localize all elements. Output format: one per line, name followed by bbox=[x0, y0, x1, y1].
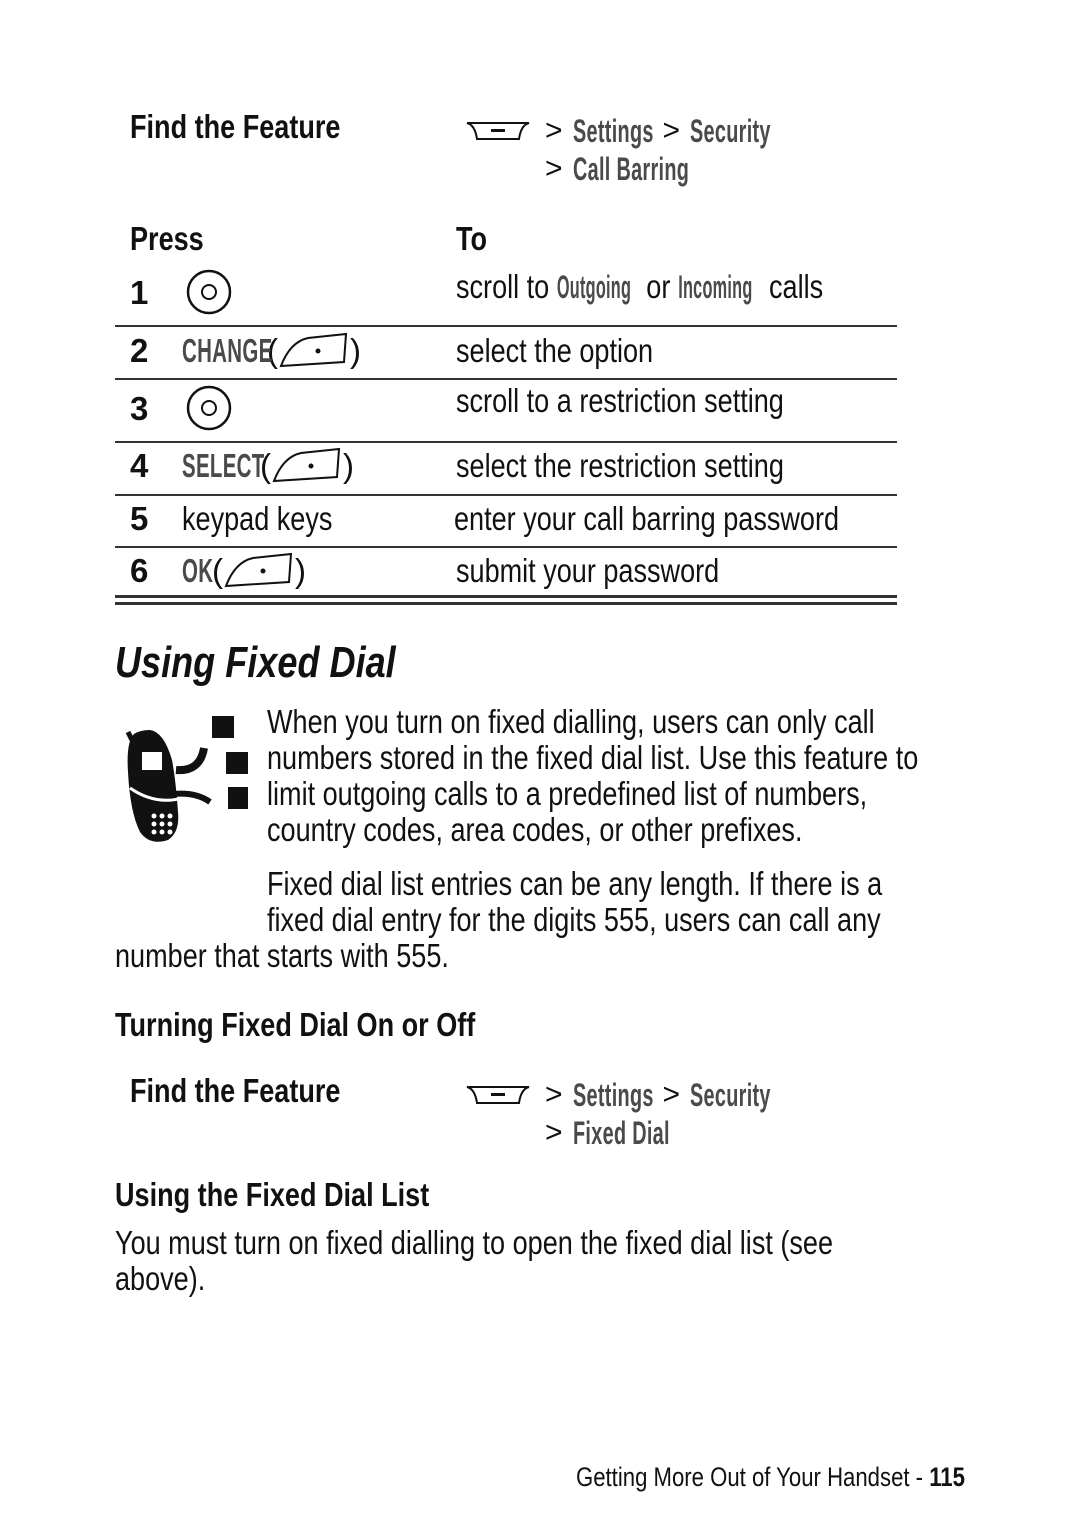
find-feature-label: Find the Feature bbox=[130, 108, 387, 146]
right-soft-key-icon[interactable] bbox=[271, 447, 343, 485]
subsection-title-list: Using the Fixed Dial List bbox=[115, 1176, 498, 1214]
menu-item-call-barring[interactable]: Call Barring bbox=[573, 151, 689, 188]
step-number: 4 bbox=[130, 447, 149, 484]
step-number: 3 bbox=[130, 390, 149, 427]
step-description: select the restriction setting bbox=[456, 447, 856, 485]
table-bottom-rule bbox=[115, 602, 897, 605]
row-divider bbox=[115, 378, 897, 380]
section-title: Using Fixed Dial bbox=[115, 638, 457, 688]
menu-path-line-1: > Settings > Security bbox=[465, 112, 820, 150]
table-header-press: Press bbox=[130, 220, 220, 258]
path-separator: > bbox=[545, 1078, 563, 1111]
path-separator: > bbox=[545, 152, 563, 185]
table-row: 3 scroll to a restriction setting bbox=[115, 382, 897, 440]
network-feature-icon bbox=[125, 716, 248, 842]
subsection-title-turning: Turning Fixed Dial On or Off bbox=[115, 1006, 554, 1044]
page-footer: Getting More Out of Your Handset - 115 bbox=[576, 1462, 1050, 1493]
desc-text: select the option bbox=[456, 332, 654, 369]
path-separator: > bbox=[545, 114, 563, 147]
step-description: scroll to Outgoing or Incoming calls bbox=[456, 268, 904, 306]
path-separator: > bbox=[662, 1078, 681, 1111]
section-title-text: Using Fixed Dial bbox=[115, 638, 396, 687]
step-number: 6 bbox=[130, 552, 149, 589]
page-number: 115 bbox=[929, 1462, 965, 1492]
fixed-dial-list-paragraph: You must turn on fixed dialling to open … bbox=[115, 1225, 991, 1297]
step-number: 5 bbox=[130, 500, 149, 537]
menu-key-icon bbox=[466, 122, 530, 140]
step-description: select the option bbox=[456, 332, 696, 370]
step-number: 2 bbox=[130, 332, 149, 369]
nav-key-icon bbox=[186, 385, 232, 431]
paragraph-line: Fixed dial list entries can be any lengt… bbox=[267, 865, 883, 902]
menu-item-incoming[interactable]: Incoming bbox=[678, 269, 752, 306]
right-soft-key-icon[interactable] bbox=[223, 552, 295, 590]
menu-item-settings[interactable]: Settings bbox=[573, 113, 653, 150]
desc-text: scroll to bbox=[456, 268, 557, 305]
table-row: 2 CHANGE ( ) select the option bbox=[115, 330, 897, 378]
row-divider bbox=[115, 325, 897, 327]
menu-item-security[interactable]: Security bbox=[690, 1077, 771, 1114]
keypad-keys-label: keypad keys bbox=[182, 500, 333, 537]
footer-chapter-title: Getting More Out of Your Handset - bbox=[576, 1462, 930, 1492]
desc-text: calls bbox=[761, 268, 824, 305]
table-header-to: To bbox=[456, 220, 494, 258]
paragraph-line: country codes, area codes, or other pref… bbox=[267, 811, 803, 848]
menu-path-fixed-dial: > Settings > Security > Fixed Dial bbox=[465, 1076, 820, 1152]
desc-text: select the restriction setting bbox=[456, 447, 784, 484]
menu-path-call-barring: > Settings > Security > Call Barring bbox=[465, 112, 820, 188]
fixed-dial-intro-paragraph: When you turn on fixed dialling, users c… bbox=[267, 704, 1061, 848]
desc-text: scroll to a restriction setting bbox=[456, 382, 784, 419]
table-row: 6 OK ( ) submit your password bbox=[115, 550, 897, 596]
select-softkey-label[interactable]: SELECT bbox=[182, 447, 264, 485]
table-row: 5 keypad keys enter your call barring pa… bbox=[115, 498, 897, 546]
desc-text: submit your password bbox=[456, 552, 720, 589]
ok-softkey-label[interactable]: OK bbox=[182, 552, 213, 590]
table-bottom-rule bbox=[115, 595, 897, 598]
menu-item-fixed-dial[interactable]: Fixed Dial bbox=[573, 1115, 670, 1152]
paragraph-line: numbers stored in the fixed dial list. U… bbox=[267, 739, 919, 776]
paragraph-line: fixed dial entry for the digits 555, use… bbox=[267, 901, 881, 938]
table-row: 4 SELECT ( ) select the restriction sett… bbox=[115, 445, 897, 493]
subsection-title-text: Using the Fixed Dial List bbox=[115, 1176, 430, 1213]
paragraph-line: When you turn on fixed dialling, users c… bbox=[267, 703, 875, 740]
menu-path-line-2: > Call Barring bbox=[465, 150, 820, 188]
path-separator: > bbox=[662, 114, 681, 147]
step-description: enter your call barring password bbox=[454, 500, 924, 538]
menu-item-settings[interactable]: Settings bbox=[573, 1077, 653, 1114]
path-separator: > bbox=[545, 1116, 563, 1149]
menu-path-line-1: > Settings > Security bbox=[465, 1076, 820, 1114]
fixed-dial-length-paragraph-tail: number that starts with 555. bbox=[115, 938, 522, 974]
menu-item-outgoing[interactable]: Outgoing bbox=[557, 269, 631, 306]
find-feature-text: Find the Feature bbox=[130, 1072, 341, 1109]
find-feature-text: Find the Feature bbox=[130, 108, 341, 145]
subsection-title-text: Turning Fixed Dial On or Off bbox=[115, 1006, 476, 1043]
paragraph-line: above). bbox=[115, 1260, 206, 1297]
menu-item-security[interactable]: Security bbox=[690, 113, 771, 150]
desc-text: enter your call barring password bbox=[454, 500, 840, 537]
desc-text: or bbox=[638, 268, 678, 305]
menu-path-line-2: > Fixed Dial bbox=[465, 1114, 820, 1152]
nav-key-icon bbox=[186, 269, 232, 315]
right-soft-key-icon[interactable] bbox=[278, 332, 350, 370]
table-row: 1 scroll to Outgoing or Incoming calls bbox=[115, 268, 897, 324]
find-feature-label: Find the Feature bbox=[130, 1072, 387, 1110]
step-number: 1 bbox=[130, 274, 149, 311]
header-press-text: Press bbox=[130, 220, 204, 257]
step-description: submit your password bbox=[456, 552, 777, 590]
menu-key-icon bbox=[466, 1086, 530, 1104]
paragraph-line: number that starts with 555. bbox=[115, 937, 449, 974]
paragraph-line: limit outgoing calls to a predefined lis… bbox=[267, 775, 868, 812]
fixed-dial-length-paragraph: Fixed dial list entries can be any lengt… bbox=[267, 866, 1017, 938]
row-divider bbox=[115, 546, 897, 548]
paragraph-line: You must turn on fixed dialling to open … bbox=[115, 1224, 834, 1261]
row-divider bbox=[115, 494, 897, 496]
change-softkey-label[interactable]: CHANGE bbox=[182, 332, 272, 370]
step-description: scroll to a restriction setting bbox=[456, 382, 856, 420]
header-to-text: To bbox=[456, 220, 488, 257]
row-divider bbox=[115, 441, 897, 443]
